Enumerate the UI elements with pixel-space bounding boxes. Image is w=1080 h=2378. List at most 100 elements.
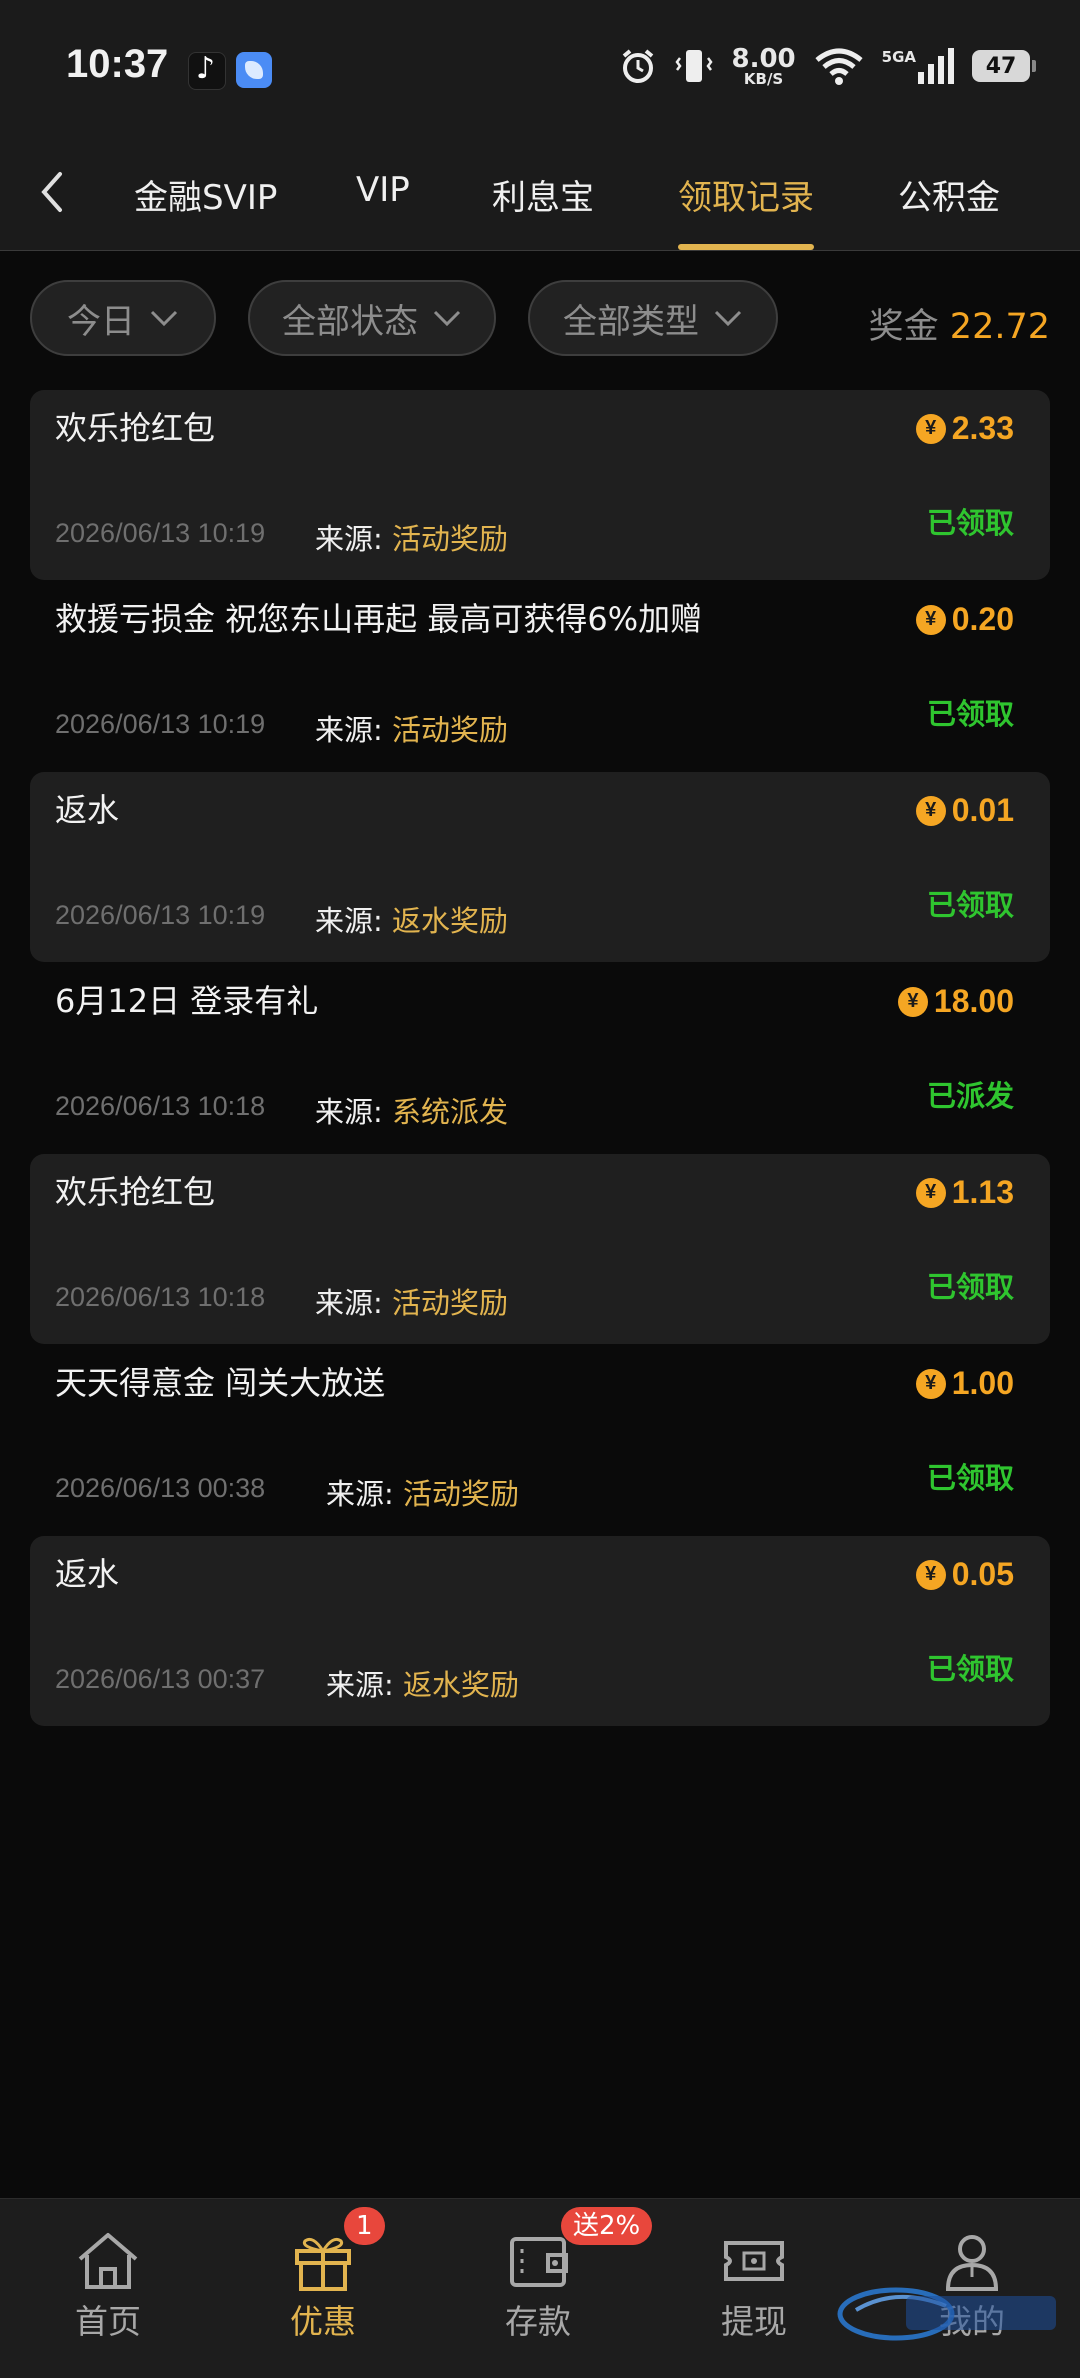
wifi-icon — [815, 48, 863, 85]
vibrate-icon — [675, 50, 714, 82]
bonus-label: 奖金 — [868, 307, 939, 347]
record-amount-value: 18.00 — [933, 983, 1014, 1019]
record-item[interactable]: 欢乐抢红包 ¥ 2.33 2026/06/13 10:19 来源: 活动奖励 已… — [30, 390, 1050, 580]
coin-icon: ¥ — [915, 604, 946, 635]
tab-financial-svip[interactable]: 金融SVIP — [134, 170, 277, 219]
record-item[interactable]: 返水 ¥ 0.01 2026/06/13 10:19 来源: 返水奖励 已领取 — [30, 772, 1050, 962]
record-date: 2026/06/13 00:38 — [55, 1473, 266, 1503]
record-status: 已领取 — [926, 888, 1014, 922]
chevron-down-icon — [714, 310, 742, 327]
signal-bars-icon — [918, 48, 954, 84]
tab-vip[interactable]: VIP — [356, 170, 410, 210]
net-speed-unit: KB/S — [743, 69, 784, 88]
source-value: 活动奖励 — [392, 713, 509, 747]
bonus-total: 奖金 22.72 — [869, 298, 1050, 349]
record-status: 已派发 — [926, 1079, 1014, 1113]
record-item[interactable]: 6月12日 登录有礼 ¥ 18.00 2026/06/13 10:18 来源: … — [30, 963, 1050, 1153]
chevron-down-icon — [433, 310, 461, 327]
source-label: 来源: — [315, 904, 383, 938]
record-status: 已领取 — [926, 1270, 1014, 1304]
tiktok-notification-icon — [188, 51, 226, 90]
record-date: 2026/06/13 10:19 — [55, 518, 266, 548]
record-item[interactable]: 返水 ¥ 0.05 2026/06/13 00:37 来源: 返水奖励 已领取 — [30, 1536, 1050, 1726]
coin-icon: ¥ — [897, 986, 928, 1017]
source-label: 来源: — [315, 522, 383, 556]
top-tab-bar: 金融SVIP VIP 利息宝 领取记录 公积金 — [0, 130, 1080, 251]
record-amount-value: 0.01 — [951, 792, 1014, 828]
status-filter-dropdown[interactable]: 全部状态 — [248, 280, 496, 356]
source-value: 活动奖励 — [392, 1286, 509, 1320]
status-bar: 10:37 8.00 KB/S 5 — [0, 0, 1080, 130]
tab-provident-fund[interactable]: 公积金 — [898, 170, 1000, 219]
bonus-value: 22.72 — [949, 307, 1050, 347]
chevron-left-icon — [41, 172, 62, 212]
record-date: 2026/06/13 10:18 — [55, 1091, 266, 1121]
type-filter-dropdown[interactable]: 全部类型 — [528, 280, 778, 356]
coin-icon: ¥ — [915, 1368, 946, 1399]
record-status: 已领取 — [926, 1461, 1014, 1495]
record-amount: ¥ 0.20 — [915, 601, 1014, 638]
app-notification-icon — [236, 52, 272, 88]
record-date: 2026/06/13 10:18 — [55, 1282, 266, 1312]
tab-claim-records[interactable]: 领取记录 — [678, 170, 814, 219]
record-amount-value: 0.20 — [951, 601, 1014, 637]
source-value: 活动奖励 — [392, 522, 509, 556]
record-amount-value: 1.00 — [951, 1365, 1014, 1401]
record-source: 来源: 活动奖励 — [315, 707, 508, 749]
date-filter-dropdown[interactable]: 今日 — [30, 280, 216, 356]
back-button[interactable] — [30, 162, 74, 222]
source-label: 来源: — [326, 1477, 394, 1511]
record-item[interactable]: 欢乐抢红包 ¥ 1.13 2026/06/13 10:18 来源: 活动奖励 已… — [30, 1154, 1050, 1344]
net-speed: 8.00 KB/S — [731, 46, 795, 87]
nav-home[interactable]: 首页 — [28, 2229, 188, 2349]
source-label: 来源: — [315, 713, 383, 747]
record-status: 已领取 — [926, 1652, 1014, 1686]
nav-withdraw-label: 提现 — [721, 2302, 787, 2341]
tab-interest[interactable]: 利息宝 — [492, 170, 594, 219]
date-filter-label: 今日 — [67, 301, 135, 342]
record-title: 6月12日 登录有礼 — [55, 982, 319, 1020]
battery-icon: 47 — [972, 50, 1036, 82]
record-status: 已领取 — [926, 697, 1014, 731]
record-amount-value: 0.05 — [951, 1556, 1014, 1592]
nav-withdraw[interactable]: 提现 — [674, 2229, 834, 2349]
watermark-logo — [837, 2287, 1056, 2341]
coin-icon: ¥ — [915, 795, 946, 826]
record-title: 救援亏损金 祝您东山再起 最高可获得6%加赠 — [55, 600, 703, 638]
record-item[interactable]: 天天得意金 闯关大放送 ¥ 1.00 2026/06/13 00:38 来源: … — [30, 1345, 1050, 1535]
record-amount: ¥ 2.33 — [915, 410, 1014, 447]
status-icons: 8.00 KB/S 5GA 47 — [619, 44, 1036, 88]
nav-deposit[interactable]: 存款 — [458, 2229, 618, 2349]
source-value: 系统派发 — [392, 1095, 509, 1129]
record-title: 欢乐抢红包 — [55, 1173, 216, 1211]
deposit-bonus-badge: 送2% — [561, 2207, 653, 2245]
record-title: 返水 — [55, 1555, 120, 1593]
source-label: 来源: — [326, 1668, 394, 1702]
coin-icon: ¥ — [915, 1177, 946, 1208]
app-root: 10:37 8.00 KB/S 5 — [0, 0, 1080, 2378]
net-speed-value: 8.00 — [731, 43, 796, 74]
record-amount-value: 2.33 — [951, 410, 1014, 446]
source-label: 来源: — [315, 1095, 383, 1129]
coin-icon: ¥ — [915, 413, 946, 444]
nav-promotions[interactable]: 优惠 — [243, 2229, 403, 2349]
source-label: 来源: — [315, 1286, 383, 1320]
wallet-icon — [510, 2237, 568, 2287]
record-amount: ¥ 0.01 — [915, 792, 1014, 829]
cell-signal: 5GA — [882, 48, 954, 84]
chevron-down-icon — [150, 310, 178, 327]
source-value: 返水奖励 — [403, 1668, 520, 1702]
record-item[interactable]: 救援亏损金 祝您东山再起 最高可获得6%加赠 ¥ 0.20 2026/06/13… — [30, 581, 1050, 771]
record-status: 已领取 — [926, 506, 1014, 540]
type-filter-label: 全部类型 — [563, 301, 699, 342]
record-source: 来源: 活动奖励 — [315, 1280, 508, 1322]
coin-icon: ¥ — [915, 1559, 946, 1590]
nav-promotions-label: 优惠 — [290, 2302, 356, 2341]
record-date: 2026/06/13 00:37 — [55, 1664, 266, 1694]
record-title: 返水 — [55, 791, 120, 829]
record-date: 2026/06/13 10:19 — [55, 709, 266, 739]
promotions-badge: 1 — [344, 2207, 385, 2245]
battery-level: 47 — [985, 53, 1017, 79]
filter-bar: 今日 全部状态 全部类型 奖金 22.72 — [0, 250, 1080, 390]
source-value: 活动奖励 — [403, 1477, 520, 1511]
